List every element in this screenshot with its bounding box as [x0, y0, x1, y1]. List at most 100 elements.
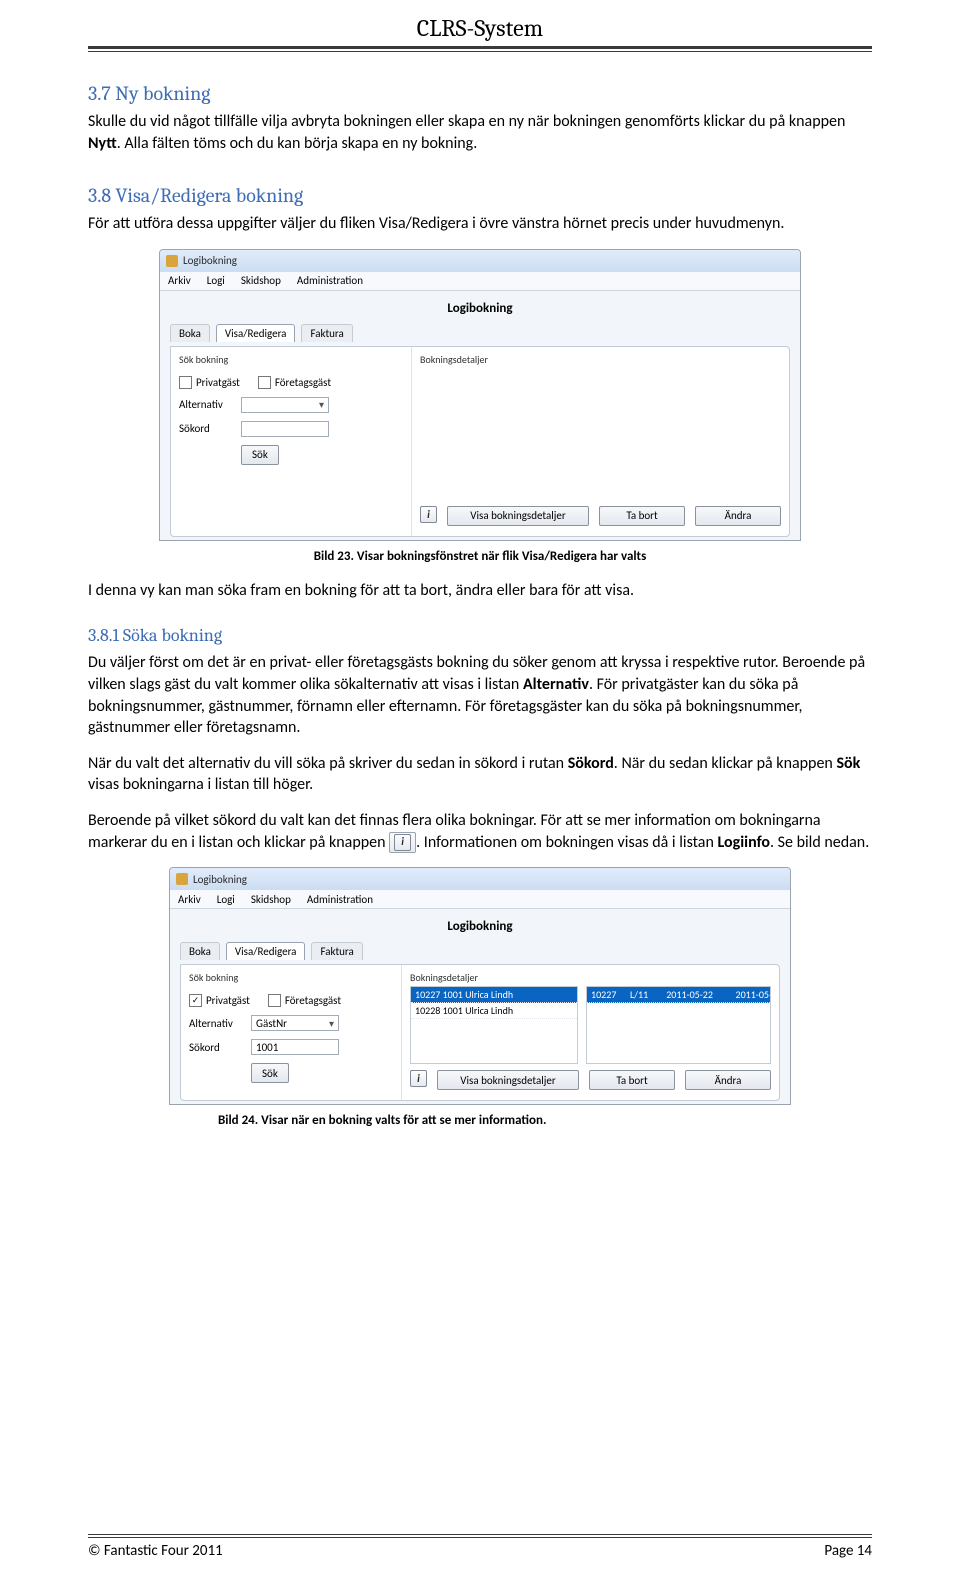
menu-skidshop[interactable]: Skidshop: [251, 893, 291, 906]
text: . När du sedan klickar på knappen: [614, 754, 837, 773]
bold-logiinfo: Logiinfo: [718, 833, 770, 852]
footer-left: © Fantastic Four 2011: [88, 1542, 223, 1560]
menubar[interactable]: Arkiv Logi Skidshop Administration: [160, 272, 800, 291]
menu-logi[interactable]: Logi: [207, 274, 225, 287]
label-sokord: Sökord: [179, 422, 233, 435]
label-sokord: Sökord: [189, 1041, 243, 1054]
heading-3-7: 3.7 Ny bokning: [88, 82, 872, 105]
combo-alternativ[interactable]: GästNr ▾: [251, 1015, 339, 1031]
checkbox-label: Företagsgäst: [285, 994, 341, 1007]
tab-faktura[interactable]: Faktura: [311, 942, 362, 960]
app-icon: [176, 873, 188, 885]
tab-faktura[interactable]: Faktura: [301, 324, 352, 342]
window-titlebar[interactable]: Logibokning: [160, 250, 800, 272]
menubar[interactable]: Arkiv Logi Skidshop Administration: [170, 890, 790, 909]
group-sok-bokning: Sök bokning: [189, 971, 393, 984]
tab-visa-redigera[interactable]: Visa/Redigera: [216, 324, 296, 342]
checkbox-label: Privatgäst: [196, 376, 240, 389]
checkbox-icon: [258, 376, 271, 389]
window-titlebar[interactable]: Logibokning: [170, 868, 790, 890]
combo-value: GästNr: [256, 1017, 287, 1030]
info-icon: i: [394, 834, 411, 851]
group-sok-bokning: Sök bokning: [179, 353, 403, 366]
label-alternativ: Alternativ: [189, 1017, 243, 1030]
andra-button[interactable]: Ändra: [695, 506, 781, 526]
paragraph-3-8: För att utföra dessa uppgifter väljer du…: [88, 213, 872, 235]
tab-boka[interactable]: Boka: [170, 324, 210, 342]
page-footer: © Fantastic Four 2011 Page 14: [88, 1537, 872, 1560]
checkbox-privatgast[interactable]: ✓ Privatgäst: [189, 994, 250, 1007]
label-alternativ: Alternativ: [179, 398, 233, 411]
screenshot-logibokning-1: Logibokning Arkiv Logi Skidshop Administ…: [159, 249, 801, 541]
window-title: Logibokning: [183, 254, 237, 267]
text: . Alla fälten töms och du kan börja skap…: [117, 134, 478, 153]
visa-bokningsdetaljer-button[interactable]: Visa bokningsdetaljer: [437, 1070, 579, 1090]
menu-arkiv[interactable]: Arkiv: [168, 274, 191, 287]
checkbox-label: Företagsgäst: [275, 376, 331, 389]
list-item[interactable]: 10228 1001 Ulrica Lindh: [411, 1003, 577, 1019]
tab-boka[interactable]: Boka: [180, 942, 220, 960]
panel-title: Logibokning: [180, 919, 780, 934]
window-title: Logibokning: [193, 873, 247, 886]
inline-info-button[interactable]: i: [389, 832, 416, 853]
bold-alternativ: Alternativ: [523, 675, 589, 694]
checkbox-foretagsgast[interactable]: Företagsgäst: [258, 376, 331, 389]
checkbox-icon: [179, 376, 192, 389]
input-sokord[interactable]: 1001: [251, 1039, 339, 1055]
header-divider: [88, 51, 872, 52]
bold-nytt: Nytt: [88, 134, 117, 153]
heading-3-8-1: 3.8.1 Söka bokning: [88, 625, 872, 646]
menu-skidshop[interactable]: Skidshop: [241, 274, 281, 287]
booking-list[interactable]: 10227 1001 Ulrica Lindh 10228 1001 Ulric…: [410, 986, 578, 1064]
bold-sokord: Sökord: [568, 754, 614, 773]
text: visas bokningarna i listan till höger.: [88, 775, 313, 794]
ta-bort-button[interactable]: Ta bort: [589, 1070, 675, 1090]
paragraph-381-2: När du valt det alternativ du vill söka …: [88, 753, 872, 796]
sok-button[interactable]: Sök: [251, 1063, 289, 1083]
checkbox-icon: ✓: [189, 994, 202, 1007]
tabbar: Boka Visa/Redigera Faktura: [180, 942, 780, 960]
text: När du valt det alternativ du vill söka …: [88, 754, 568, 773]
ta-bort-button[interactable]: Ta bort: [599, 506, 685, 526]
tabbar: Boka Visa/Redigera Faktura: [170, 324, 790, 342]
paragraph-3-7: Skulle du vid något tillfälle vilja avbr…: [88, 111, 872, 154]
menu-arkiv[interactable]: Arkiv: [178, 893, 201, 906]
paragraph-after-ss1: I denna vy kan man söka fram en bokning …: [88, 580, 872, 602]
tab-visa-redigera[interactable]: Visa/Redigera: [226, 942, 306, 960]
panel-title: Logibokning: [170, 301, 790, 316]
checkbox-icon: [268, 994, 281, 1007]
list-item[interactable]: 10227 L/11 2011-05-22 2011-05-29: [587, 987, 770, 1003]
chevron-down-icon: ▾: [329, 1017, 334, 1030]
input-sokord[interactable]: [241, 421, 329, 437]
app-icon: [166, 255, 178, 267]
caption-bild-24: Bild 24. Visar när en bokning valts för …: [218, 1113, 872, 1128]
screenshot-logibokning-2: Logibokning Arkiv Logi Skidshop Administ…: [169, 867, 791, 1105]
page-header: CLRS-System: [88, 14, 872, 49]
andra-button[interactable]: Ändra: [685, 1070, 771, 1090]
checkbox-foretagsgast[interactable]: Företagsgäst: [268, 994, 341, 1007]
chevron-down-icon: ▾: [319, 398, 324, 411]
paragraph-381-3: Beroende på vilket sökord du valt kan de…: [88, 810, 872, 853]
list-item[interactable]: 10227 1001 Ulrica Lindh: [411, 987, 577, 1003]
sok-button[interactable]: Sök: [241, 445, 279, 465]
visa-bokningsdetaljer-button[interactable]: Visa bokningsdetaljer: [447, 506, 589, 526]
text: . Informationen om bokningen visas då i …: [416, 833, 717, 852]
checkbox-label: Privatgäst: [206, 994, 250, 1007]
group-bokningsdetaljer: Bokningsdetaljer: [420, 353, 781, 366]
text: . Se bild nedan.: [770, 833, 869, 852]
footer-right: Page 14: [824, 1542, 872, 1560]
bold-sok: Sök: [836, 754, 860, 773]
menu-logi[interactable]: Logi: [217, 893, 235, 906]
heading-3-8: 3.8 Visa/Redigera bokning: [88, 184, 872, 207]
checkbox-privatgast[interactable]: Privatgäst: [179, 376, 240, 389]
info-icon[interactable]: i: [420, 506, 437, 523]
text: Skulle du vid något tillfälle vilja avbr…: [88, 112, 845, 131]
group-bokningsdetaljer: Bokningsdetaljer: [410, 971, 771, 984]
info-icon[interactable]: i: [410, 1070, 427, 1087]
combo-alternativ[interactable]: ▾: [241, 397, 329, 413]
booking-detail-list[interactable]: 10227 L/11 2011-05-22 2011-05-29: [586, 986, 771, 1064]
caption-bild-23: Bild 23. Visar bokningsfönstret när flik…: [88, 549, 872, 564]
menu-administration[interactable]: Administration: [307, 893, 373, 906]
menu-administration[interactable]: Administration: [297, 274, 363, 287]
paragraph-381-1: Du väljer först om det är en privat- ell…: [88, 652, 872, 738]
